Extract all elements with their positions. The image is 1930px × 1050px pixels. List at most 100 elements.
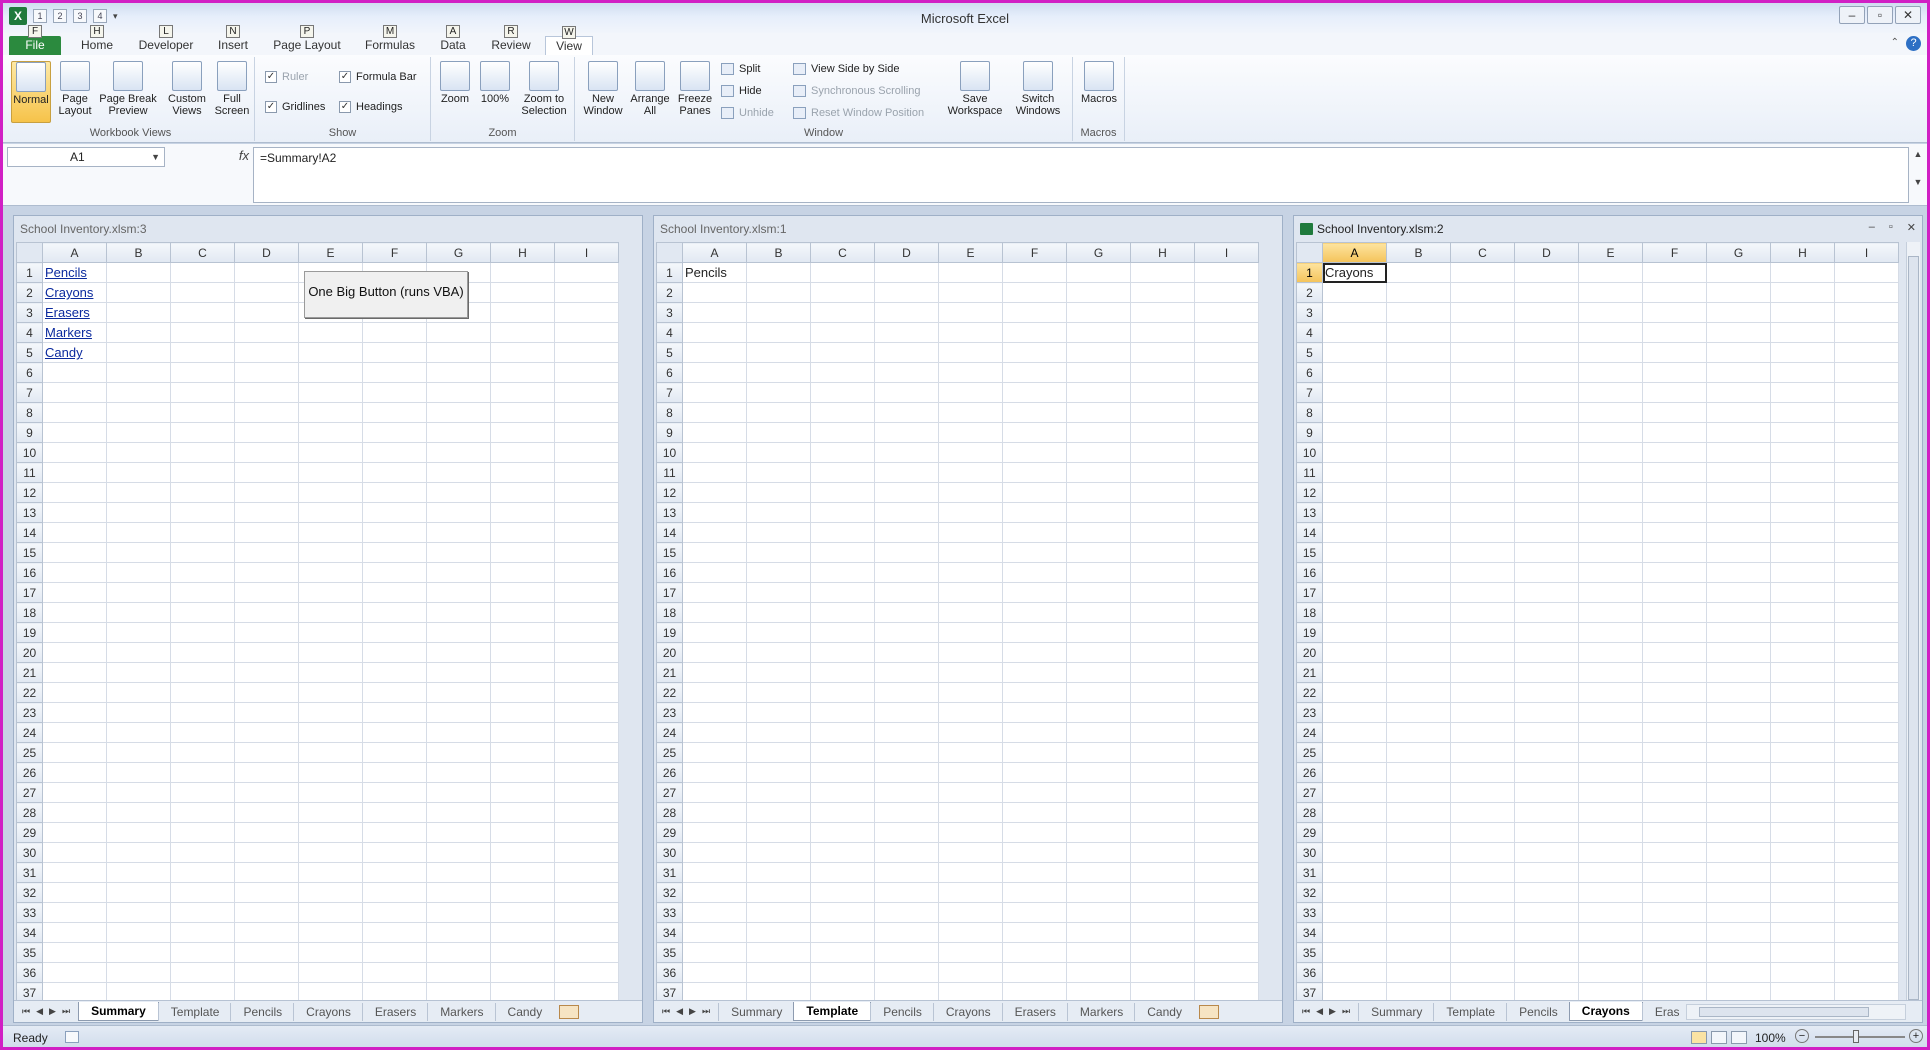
cell-G12[interactable] bbox=[426, 482, 491, 503]
cell-E22[interactable] bbox=[938, 682, 1003, 703]
cell-A25[interactable] bbox=[42, 742, 107, 763]
cell-H24[interactable] bbox=[1130, 722, 1195, 743]
cell-C34[interactable] bbox=[170, 922, 235, 943]
cell-C13[interactable] bbox=[1450, 502, 1515, 523]
cell-G34[interactable] bbox=[1706, 922, 1771, 943]
scroll-thumb[interactable] bbox=[1699, 1007, 1869, 1017]
cell-B23[interactable] bbox=[1386, 702, 1451, 723]
cell-D27[interactable] bbox=[874, 782, 939, 803]
cell-H30[interactable] bbox=[1130, 842, 1195, 863]
cell-A26[interactable] bbox=[682, 762, 747, 783]
cell-F21[interactable] bbox=[1642, 662, 1707, 683]
row-header[interactable]: 36 bbox=[16, 962, 43, 983]
row-header[interactable]: 35 bbox=[1296, 942, 1323, 963]
cell-C16[interactable] bbox=[1450, 562, 1515, 583]
cell-E8[interactable] bbox=[938, 402, 1003, 423]
row-header[interactable]: 13 bbox=[16, 502, 43, 523]
cell-H31[interactable] bbox=[1770, 862, 1835, 883]
restore-icon[interactable]: ▫ bbox=[1867, 6, 1893, 24]
cell-B18[interactable] bbox=[106, 602, 171, 623]
cell-F31[interactable] bbox=[1002, 862, 1067, 883]
cell-C11[interactable] bbox=[170, 462, 235, 483]
cell-I20[interactable] bbox=[554, 642, 619, 663]
cell-E35[interactable] bbox=[298, 942, 363, 963]
cell-A32[interactable] bbox=[42, 882, 107, 903]
cell-C2[interactable] bbox=[810, 282, 875, 303]
help-icon[interactable]: ? bbox=[1906, 36, 1921, 51]
cell-A30[interactable] bbox=[682, 842, 747, 863]
sheet-tab-pencils[interactable]: Pencils bbox=[230, 1002, 294, 1021]
cell-C25[interactable] bbox=[170, 742, 235, 763]
cell-B31[interactable] bbox=[106, 862, 171, 883]
cell-D21[interactable] bbox=[234, 662, 299, 683]
cell-C1[interactable] bbox=[1450, 262, 1515, 283]
cell-E9[interactable] bbox=[1578, 422, 1643, 443]
cell-E29[interactable] bbox=[298, 822, 363, 843]
cell-G33[interactable] bbox=[1706, 902, 1771, 923]
cell-E20[interactable] bbox=[1578, 642, 1643, 663]
macro-record-icon[interactable] bbox=[65, 1031, 79, 1043]
column-header[interactable]: G bbox=[1066, 242, 1131, 263]
cell-A7[interactable] bbox=[682, 382, 747, 403]
cell-F2[interactable] bbox=[1002, 282, 1067, 303]
sheet-tab-crayons[interactable]: Crayons bbox=[1568, 1002, 1643, 1021]
cell-A3[interactable] bbox=[682, 302, 747, 323]
cell-D5[interactable] bbox=[874, 342, 939, 363]
row-header[interactable]: 28 bbox=[1296, 802, 1323, 823]
cell-A9[interactable] bbox=[1322, 422, 1387, 443]
cell-D35[interactable] bbox=[874, 942, 939, 963]
cell-I13[interactable] bbox=[554, 502, 619, 523]
cell-H4[interactable] bbox=[1770, 322, 1835, 343]
cell-B32[interactable] bbox=[746, 882, 811, 903]
cell-D26[interactable] bbox=[1514, 762, 1579, 783]
cell-F25[interactable] bbox=[1002, 742, 1067, 763]
cell-H12[interactable] bbox=[1130, 482, 1195, 503]
cell-B9[interactable] bbox=[746, 422, 811, 443]
custom-views-button[interactable]: Custom Views bbox=[165, 61, 209, 117]
cell-H6[interactable] bbox=[490, 362, 555, 383]
cell-E15[interactable] bbox=[1578, 542, 1643, 563]
column-header[interactable]: E bbox=[938, 242, 1003, 263]
cell-C26[interactable] bbox=[1450, 762, 1515, 783]
cell-D30[interactable] bbox=[874, 842, 939, 863]
page-layout-view-button[interactable]: Page Layout bbox=[55, 61, 95, 117]
page-break-icon[interactable] bbox=[1731, 1031, 1747, 1044]
cell-F28[interactable] bbox=[1642, 802, 1707, 823]
next-sheet-icon[interactable]: ▶ bbox=[1329, 1006, 1336, 1017]
cell-D7[interactable] bbox=[1514, 382, 1579, 403]
cell-E11[interactable] bbox=[938, 462, 1003, 483]
cell-B18[interactable] bbox=[746, 602, 811, 623]
cell-E17[interactable] bbox=[298, 582, 363, 603]
cell-G16[interactable] bbox=[1706, 562, 1771, 583]
cell-I26[interactable] bbox=[1194, 762, 1259, 783]
cell-H15[interactable] bbox=[1130, 542, 1195, 563]
cell-F17[interactable] bbox=[1642, 582, 1707, 603]
cell-H8[interactable] bbox=[1770, 402, 1835, 423]
cell-A19[interactable] bbox=[1322, 622, 1387, 643]
cell-F5[interactable] bbox=[362, 342, 427, 363]
cell-A23[interactable] bbox=[682, 702, 747, 723]
cell-E22[interactable] bbox=[1578, 682, 1643, 703]
cell-D18[interactable] bbox=[874, 602, 939, 623]
cell-D28[interactable] bbox=[874, 802, 939, 823]
cell-H19[interactable] bbox=[490, 622, 555, 643]
cell-B35[interactable] bbox=[746, 942, 811, 963]
cell-H14[interactable] bbox=[1770, 522, 1835, 543]
row-header[interactable]: 16 bbox=[16, 562, 43, 583]
cell-C10[interactable] bbox=[170, 442, 235, 463]
cell-H33[interactable] bbox=[1770, 902, 1835, 923]
cell-F27[interactable] bbox=[362, 782, 427, 803]
sheet-tab-markers[interactable]: Markers bbox=[1066, 1002, 1135, 1021]
cell-F35[interactable] bbox=[362, 942, 427, 963]
row-header[interactable]: 16 bbox=[656, 562, 683, 583]
cell-E29[interactable] bbox=[1578, 822, 1643, 843]
cell-A27[interactable] bbox=[1322, 782, 1387, 803]
cell-E30[interactable] bbox=[938, 842, 1003, 863]
cell-H17[interactable] bbox=[1770, 582, 1835, 603]
cell-B15[interactable] bbox=[106, 542, 171, 563]
cell-E26[interactable] bbox=[1578, 762, 1643, 783]
cell-I35[interactable] bbox=[1834, 942, 1899, 963]
cell-I4[interactable] bbox=[1834, 322, 1899, 343]
cell-F23[interactable] bbox=[1002, 702, 1067, 723]
cell-A6[interactable] bbox=[42, 362, 107, 383]
